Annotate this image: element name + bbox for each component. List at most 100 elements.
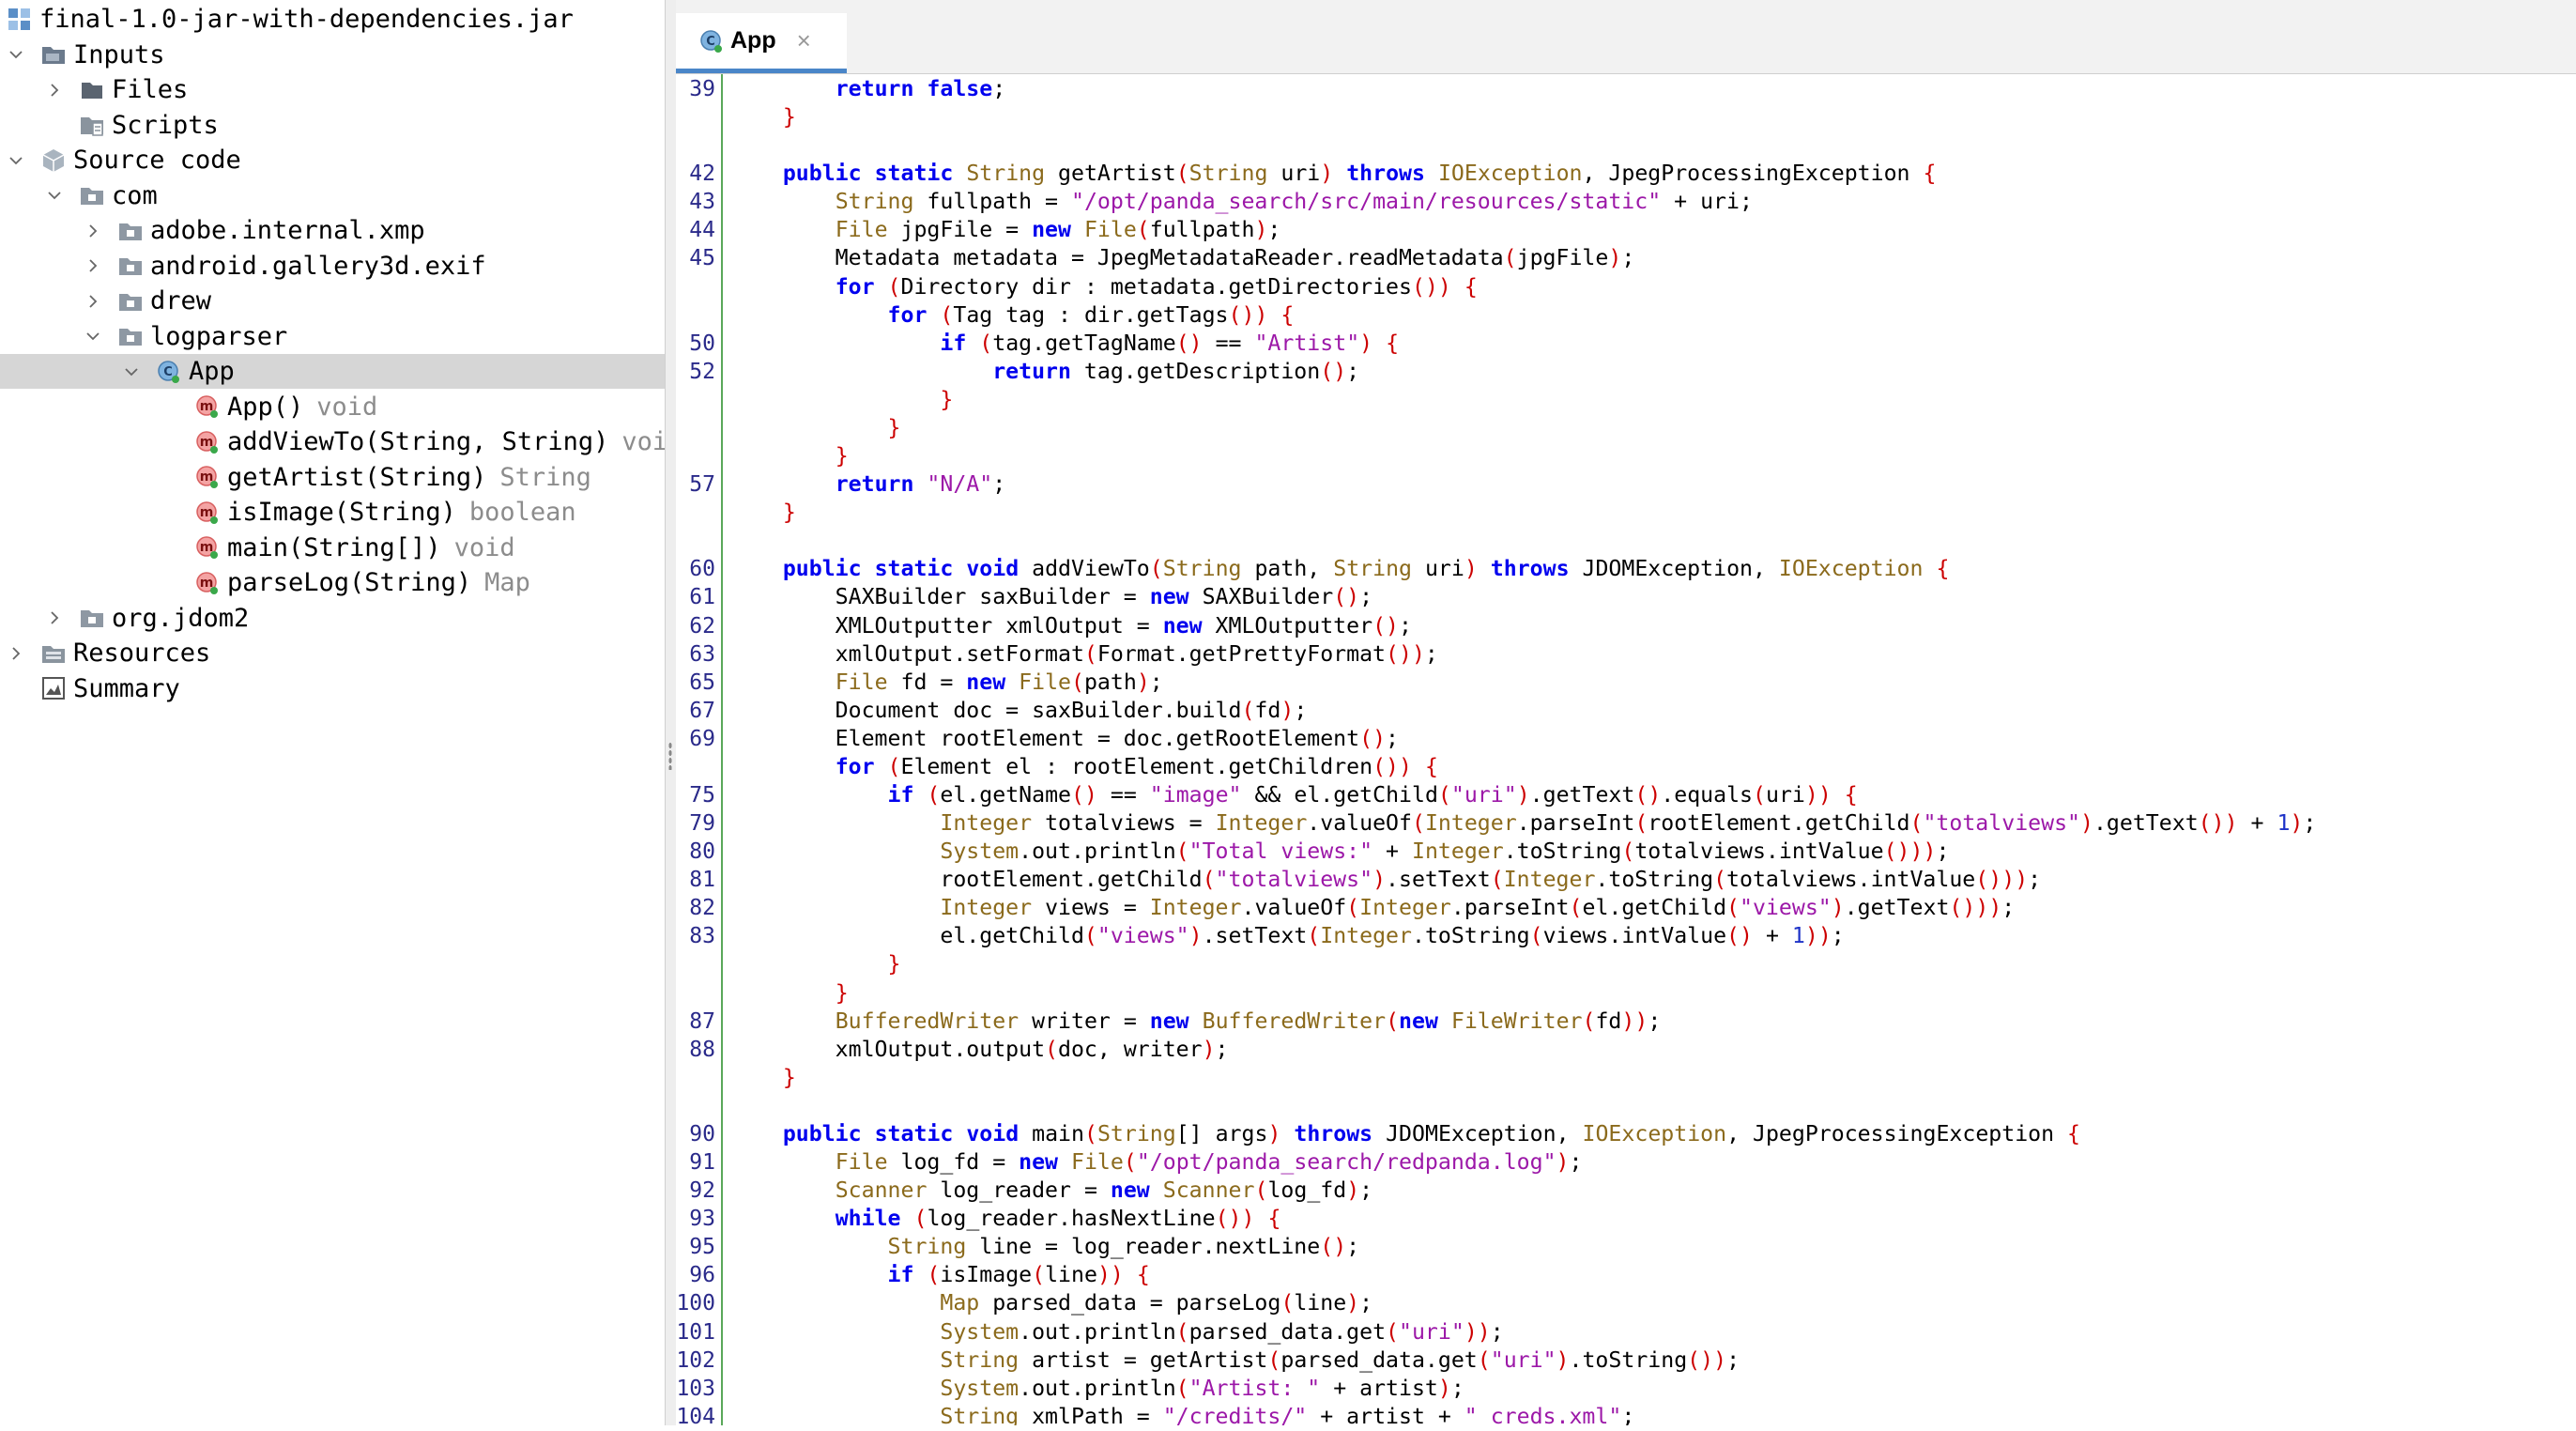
- code-line: SAXBuilder saxBuilder = new SAXBuilder()…: [730, 584, 1373, 610]
- line-number: 88: [689, 1037, 715, 1062]
- tree-item-org-jdom2[interactable]: org.jdom2: [0, 601, 665, 636]
- code-line: }: [887, 951, 901, 977]
- tree-item-com[interactable]: com: [0, 178, 665, 213]
- chevron-down-icon[interactable]: [6, 150, 26, 171]
- close-icon[interactable]: ×: [797, 26, 811, 55]
- editor-tab-bar: C App ×: [676, 13, 2576, 74]
- code-line: Integer totalviews = Integer.valueOf(Int…: [940, 810, 2317, 837]
- code-line: Integer views = Integer.valueOf(Integer.…: [940, 895, 2016, 921]
- tree-item-label: isImage(String): [227, 498, 456, 527]
- line-number: 96: [689, 1263, 715, 1288]
- line-number: 79: [689, 811, 715, 837]
- chevron-right-icon[interactable]: [44, 608, 65, 628]
- tab-app[interactable]: C App ×: [676, 13, 847, 73]
- tree-item-files[interactable]: Files: [0, 72, 665, 107]
- tree-item-getartist[interactable]: m getArtist(String) String: [0, 460, 665, 495]
- tree-item-main[interactable]: m main(String[]) void: [0, 531, 665, 565]
- chevron-right-icon[interactable]: [83, 221, 103, 241]
- tree-item-adobe-internal-xmp[interactable]: adobe.internal.xmp: [0, 213, 665, 248]
- tree-item-label: adobe.internal.xmp: [150, 216, 425, 245]
- tree-item-label: App: [189, 357, 235, 386]
- code-area[interactable]: return false; } public static String get…: [730, 74, 2570, 1425]
- toolbar-strip: [676, 0, 2576, 13]
- chevron-down-icon[interactable]: [121, 362, 142, 382]
- code-line: }: [782, 104, 796, 131]
- tree-item-source-code[interactable]: Source code: [0, 143, 665, 177]
- line-number: 103: [676, 1376, 715, 1401]
- method-icon: m: [193, 533, 222, 562]
- tree-item-app[interactable]: C App: [0, 354, 665, 389]
- code-line: File jpgFile = new File(fullpath);: [835, 217, 1281, 243]
- chevron-right-icon[interactable]: [83, 291, 103, 312]
- code-line: System.out.println(parsed_data.get("uri"…: [940, 1318, 1504, 1345]
- class-icon: C: [698, 28, 725, 54]
- line-number: 100: [676, 1291, 715, 1316]
- project-tree: final-1.0-jar-with-dependencies.jar Input…: [0, 0, 665, 1425]
- tree-item-addviewto[interactable]: maddViewTo(String, String) void: [0, 424, 665, 459]
- line-number: 92: [689, 1178, 715, 1204]
- source-code-icon: [39, 146, 68, 175]
- tree-item-label: getArtist(String): [227, 462, 487, 492]
- code-line: Document doc = saxBuilder.build(fd);: [730, 697, 1308, 723]
- tree-item-resources[interactable]: Resources: [0, 636, 665, 670]
- tree-item-label: Files: [112, 75, 189, 104]
- code-line: if (el.getName() == "image" && el.getChi…: [887, 782, 1858, 808]
- svg-text:C: C: [163, 365, 173, 379]
- code-line: File fd = new File(path);: [835, 669, 1163, 695]
- code-line: return false;: [835, 76, 1006, 101]
- line-number: 45: [689, 246, 715, 271]
- line-number: 63: [689, 641, 715, 667]
- tree-item-app[interactable]: m App() void: [0, 390, 665, 424]
- code-line: File log_fd = new File("/opt/panda_searc…: [835, 1149, 1583, 1176]
- code-line: return tag.getDescription();: [992, 358, 1360, 384]
- tree-item-return-type: boolean: [468, 498, 576, 527]
- tree-item-label: parseLog(String): [227, 568, 472, 597]
- tree-item-parselog[interactable]: m parseLog(String) Map: [0, 565, 665, 600]
- splitter-grip[interactable]: [668, 742, 672, 770]
- tree-item-logparser[interactable]: logparser: [0, 319, 665, 354]
- tree-item-label: com: [112, 180, 158, 210]
- tree-item-inputs[interactable]: Inputs: [0, 38, 665, 72]
- line-number: 43: [689, 190, 715, 215]
- tree-item-isimage[interactable]: m isImage(String) boolean: [0, 495, 665, 530]
- code-line: public static void main(String[] args) t…: [782, 1120, 2081, 1146]
- code-line: XMLOutputter xmlOutput = new XMLOutputte…: [730, 612, 1412, 639]
- package-icon: [116, 252, 145, 280]
- tree-item-android-gallery3d-exif[interactable]: android.gallery3d.exif: [0, 249, 665, 284]
- line-number: 60: [689, 557, 715, 582]
- jar-icon: [6, 6, 34, 34]
- code-line: BufferedWriter writer = new BufferedWrit…: [835, 1008, 1662, 1034]
- code-line: for (Element el : rootElement.getChildre…: [835, 753, 1438, 779]
- svg-text:C: C: [706, 35, 715, 49]
- chevron-right-icon[interactable]: [6, 643, 26, 664]
- line-number: 50: [689, 331, 715, 356]
- tree-item-final-1-0-jar-with-dependencies-jar[interactable]: final-1.0-jar-with-dependencies.jar: [0, 2, 665, 37]
- line-number: 42: [689, 162, 715, 187]
- tree-item-label: drew: [150, 286, 212, 315]
- package-icon: [78, 181, 106, 209]
- tree-item-summary[interactable]: Summary: [0, 671, 665, 706]
- line-number: 83: [689, 924, 715, 949]
- code-line: Map parsed_data = parseLog(line);: [940, 1290, 1373, 1316]
- package-icon: [78, 604, 106, 632]
- code-line: }: [887, 414, 901, 440]
- code-line: }: [835, 443, 849, 469]
- chevron-down-icon[interactable]: [6, 44, 26, 65]
- tree-item-drew[interactable]: drew: [0, 284, 665, 318]
- tree-item-label: final-1.0-jar-with-dependencies.jar: [39, 5, 574, 34]
- code-line: String artist = getArtist(parsed_data.ge…: [940, 1346, 1740, 1373]
- chevron-right-icon[interactable]: [83, 255, 103, 276]
- tree-item-scripts[interactable]: Scripts: [0, 108, 665, 143]
- chevron-right-icon[interactable]: [44, 80, 65, 100]
- chevron-down-icon[interactable]: [83, 326, 103, 346]
- chevron-down-icon[interactable]: [44, 185, 65, 206]
- code-line: rootElement.getChild("totalviews").setTe…: [730, 867, 2042, 893]
- folder-icon: [78, 76, 106, 104]
- line-number: 62: [689, 613, 715, 639]
- line-number: 90: [689, 1121, 715, 1146]
- code-line: return "N/A";: [835, 471, 1006, 498]
- line-number: 104: [676, 1404, 715, 1429]
- method-icon: m: [193, 392, 222, 421]
- line-number: 61: [689, 585, 715, 610]
- package-icon: [116, 217, 145, 245]
